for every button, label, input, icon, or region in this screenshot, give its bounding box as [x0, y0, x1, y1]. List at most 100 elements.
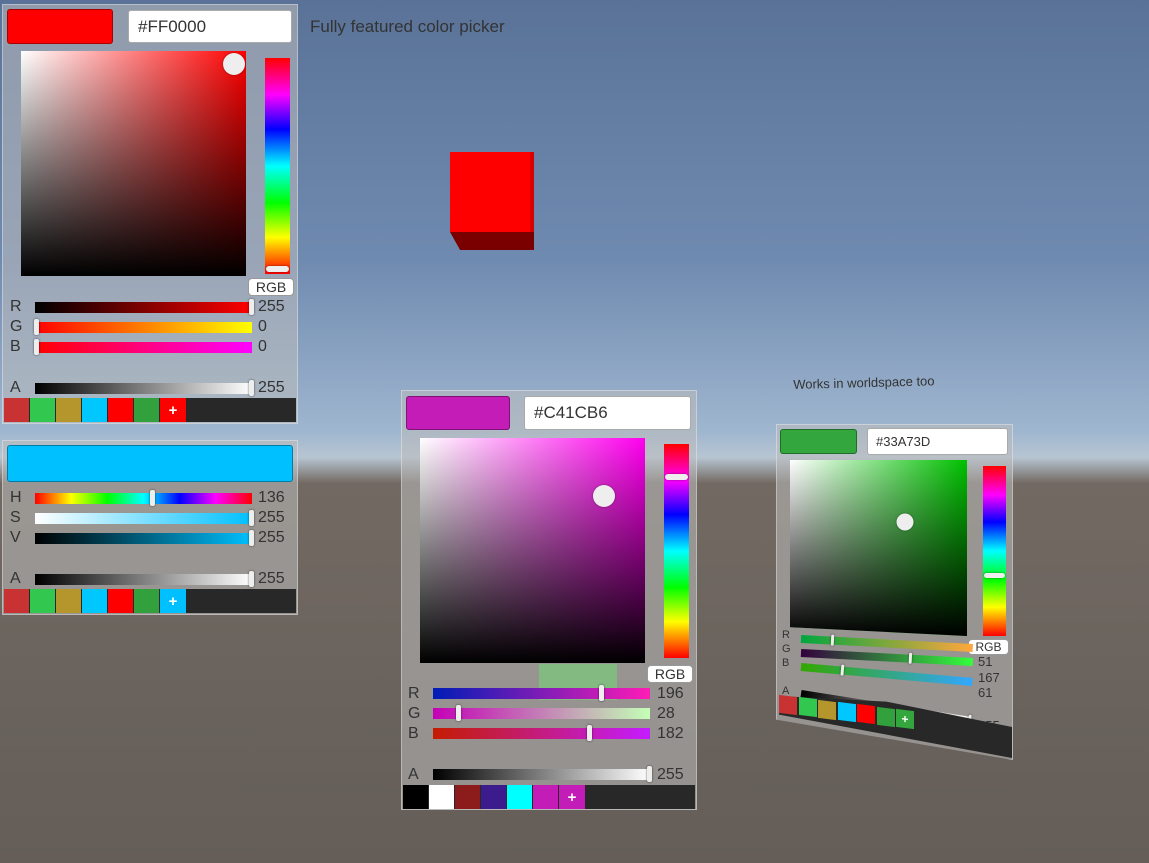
slider-r[interactable]: [35, 299, 254, 315]
hue-slider[interactable]: [265, 58, 290, 274]
slider-a[interactable]: [35, 380, 254, 396]
slider-g-handle[interactable]: [908, 652, 913, 664]
hex-input[interactable]: #C41CB6: [524, 396, 691, 430]
slider-g[interactable]: [34, 319, 252, 335]
preset-bar: +: [4, 398, 296, 422]
hue-handle[interactable]: [266, 266, 289, 272]
slider-label-s: S: [10, 509, 21, 526]
current-color-swatch: [780, 429, 857, 454]
slider-b[interactable]: [433, 725, 650, 741]
slider-label-a: A: [10, 570, 21, 587]
slider-r-handle[interactable]: [599, 685, 604, 701]
slider-h-handle[interactable]: [150, 490, 155, 506]
slider-a-handle[interactable]: [647, 766, 652, 782]
slider-r[interactable]: [433, 685, 650, 701]
slider-value-b: 0: [258, 338, 267, 355]
worldspace-caption: Works in worldspace too: [793, 373, 935, 392]
color-mode-button[interactable]: RGB: [647, 665, 693, 683]
current-color-swatch: [7, 445, 293, 482]
preset-swatch[interactable]: [30, 589, 56, 613]
slider-a[interactable]: [35, 571, 254, 587]
header-caption: Fully featured color picker: [310, 17, 505, 36]
slider-value-a: 255: [258, 570, 285, 587]
worldspace-picker: #33A73D RGB R G B 51 167 61 A 255 +: [776, 424, 1013, 760]
slider-label-h: H: [10, 489, 22, 506]
slider-b-handle[interactable]: [840, 664, 845, 676]
slider-value-s: 255: [258, 509, 285, 526]
color-mode-button[interactable]: RGB: [968, 639, 1009, 655]
preset-swatch[interactable]: [857, 704, 875, 725]
slider-value-g: 28: [657, 705, 675, 722]
preset-swatch[interactable]: [403, 785, 429, 809]
hue-handle[interactable]: [984, 573, 1005, 578]
hue-handle[interactable]: [665, 474, 688, 480]
slider-v[interactable]: [35, 530, 254, 546]
slider-r-handle[interactable]: [830, 634, 835, 646]
slider-a-handle[interactable]: [249, 380, 254, 396]
slider-a[interactable]: [433, 766, 652, 782]
sv-knob[interactable]: [593, 485, 615, 507]
slider-label-r: R: [408, 685, 420, 702]
preset-swatch[interactable]: [134, 589, 160, 613]
preset-swatch[interactable]: [108, 589, 134, 613]
sv-knob[interactable]: [896, 513, 914, 531]
preset-swatch[interactable]: [82, 398, 108, 422]
red-cube: [450, 152, 534, 250]
preset-swatch[interactable]: [56, 398, 82, 422]
preset-swatch[interactable]: [876, 706, 895, 727]
add-preset-button[interactable]: +: [160, 589, 186, 613]
preset-swatch[interactable]: [481, 785, 507, 809]
hue-slider[interactable]: [664, 444, 689, 658]
preset-swatch[interactable]: [779, 694, 797, 716]
current-color-swatch: [7, 9, 113, 44]
hex-input[interactable]: #FF0000: [128, 10, 292, 43]
preset-swatch[interactable]: [533, 785, 559, 809]
preset-swatch[interactable]: [798, 697, 817, 718]
preset-swatch[interactable]: [56, 589, 82, 613]
slider-label-r: R: [782, 629, 790, 641]
preset-bar: +: [403, 785, 695, 809]
add-preset-button[interactable]: +: [160, 398, 186, 422]
sv-knob[interactable]: [223, 53, 245, 75]
slider-label-b: B: [10, 338, 21, 355]
slider-label-r: R: [10, 298, 22, 315]
slider-a-handle[interactable]: [249, 571, 254, 587]
slider-b[interactable]: [34, 339, 252, 355]
slider-h[interactable]: [35, 490, 252, 506]
preset-bar: +: [4, 589, 296, 613]
slider-g-handle[interactable]: [456, 705, 461, 721]
add-preset-button[interactable]: +: [896, 708, 914, 729]
slider-s-handle[interactable]: [249, 510, 254, 526]
saturation-value-area[interactable]: [790, 460, 967, 636]
slider-g[interactable]: [433, 705, 650, 721]
slider-value-r: 255: [258, 298, 285, 315]
preset-swatch[interactable]: [4, 398, 30, 422]
slider-b-handle[interactable]: [34, 339, 39, 355]
slider-s[interactable]: [35, 510, 254, 526]
preset-swatch[interactable]: [818, 699, 836, 720]
preset-swatch[interactable]: [134, 398, 160, 422]
slider-label-a: A: [408, 766, 419, 783]
slider-label-g: G: [10, 318, 23, 335]
preset-swatch[interactable]: [507, 785, 533, 809]
saturation-value-area[interactable]: [21, 51, 246, 276]
slider-label-v: V: [10, 529, 21, 546]
preset-swatch[interactable]: [429, 785, 455, 809]
slider-v-handle[interactable]: [249, 530, 254, 546]
preset-swatch[interactable]: [837, 701, 856, 722]
slider-value-a: 255: [657, 766, 684, 783]
color-mode-button[interactable]: RGB: [248, 278, 294, 296]
preset-swatch[interactable]: [4, 589, 30, 613]
preset-swatch[interactable]: [30, 398, 56, 422]
preset-swatch[interactable]: [455, 785, 481, 809]
hue-slider[interactable]: [983, 466, 1006, 636]
preset-swatch[interactable]: [82, 589, 108, 613]
slider-r-handle[interactable]: [249, 299, 254, 315]
saturation-value-area[interactable]: [420, 438, 645, 663]
preset-swatch[interactable]: [108, 398, 134, 422]
hex-input[interactable]: #33A73D: [867, 428, 1008, 455]
slider-b-handle[interactable]: [587, 725, 592, 741]
slider-g-handle[interactable]: [34, 319, 39, 335]
slider-value-g: 167: [978, 670, 1000, 685]
add-preset-button[interactable]: +: [559, 785, 585, 809]
